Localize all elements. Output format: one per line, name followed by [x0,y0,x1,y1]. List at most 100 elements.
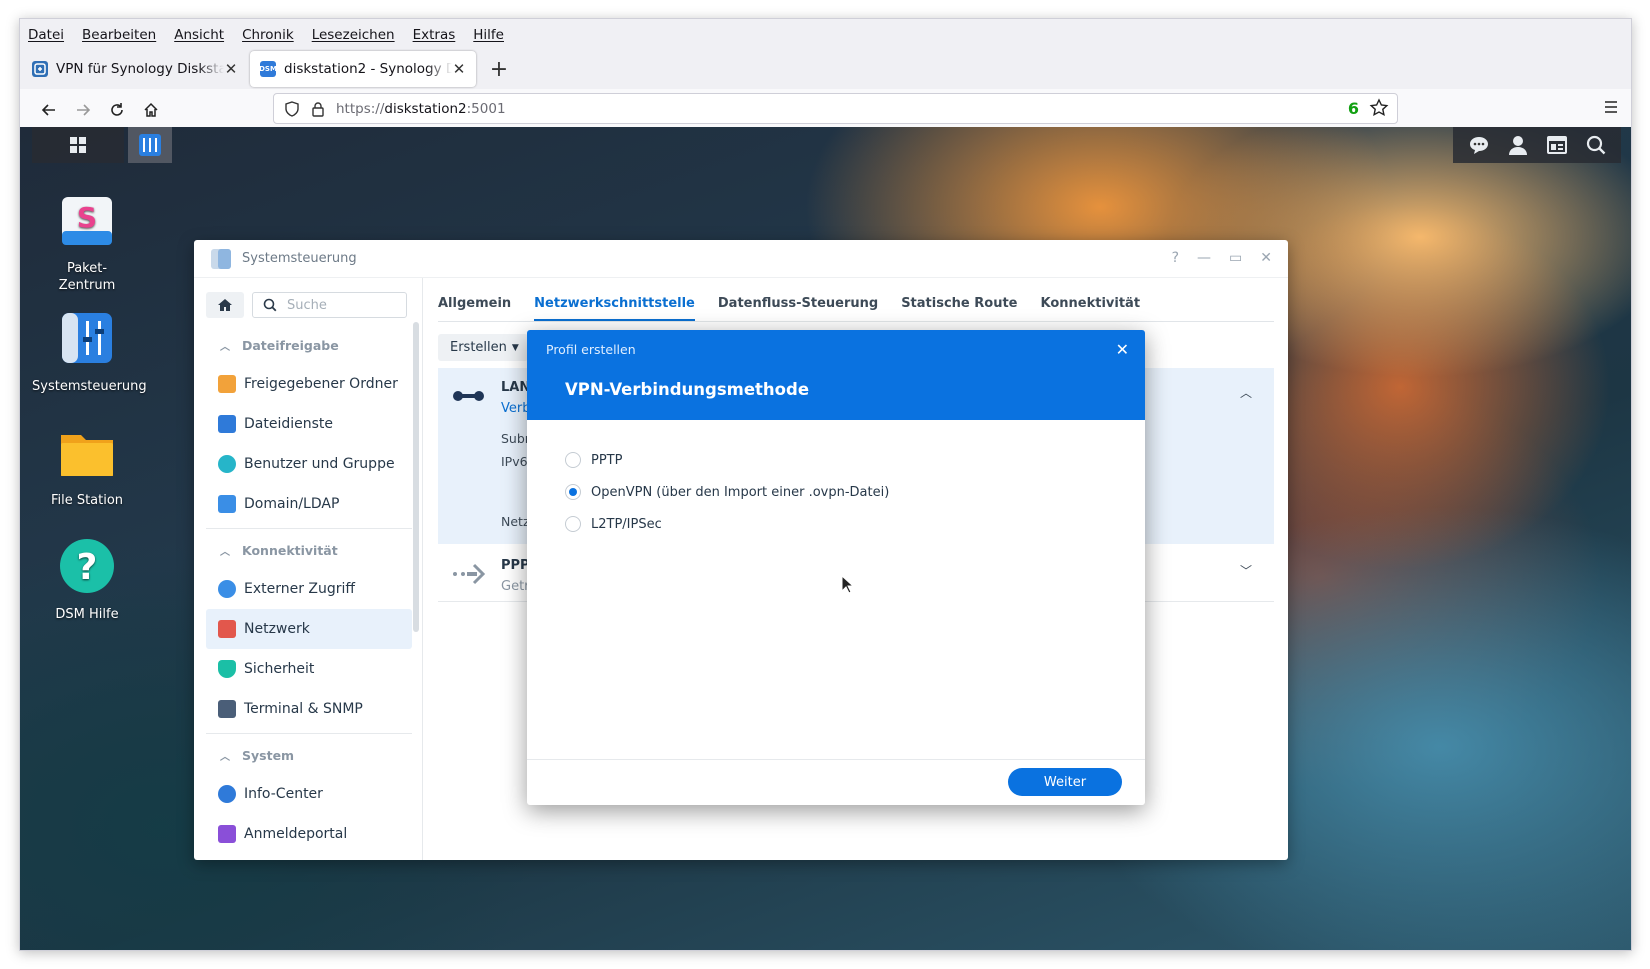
tab-allgemein[interactable]: Allgemein [438,296,511,321]
browser-tab-dsm[interactable]: DSM diskstation2 - Synology DiskStation … [250,51,476,87]
interface-name: PPP [501,558,530,573]
radio-l2tp-ipsec[interactable] [565,516,581,532]
home-button[interactable] [134,94,168,126]
vpn-favicon [32,61,48,77]
user-icon[interactable] [1507,134,1529,156]
interface-name: LAN [501,380,531,395]
lock-icon[interactable] [310,101,326,117]
radio-openvpn[interactable] [565,484,581,500]
sidebar-item-externer-zugriff[interactable]: Externer Zugriff [206,569,412,609]
menu-bearbeiten[interactable]: Bearbeiten [82,27,156,43]
home-button[interactable] [206,292,244,318]
tab-konnektivitaet[interactable]: Konnektivität [1040,296,1140,321]
create-profile-dialog: Profil erstellen VPN-Verbindungsmethode … [527,330,1145,805]
option-l2tp-ipsec[interactable]: L2TP/IPSec [565,508,889,540]
forward-button[interactable] [66,94,100,126]
desktop-icon-label: DSM Hilfe [55,607,119,622]
minimize-icon[interactable]: — [1197,250,1211,266]
window-titlebar[interactable]: Systemsteuerung ? — ▭ ✕ [194,240,1288,278]
radio-pptp[interactable] [565,452,581,468]
close-icon[interactable]: ✕ [1116,340,1129,359]
reload-button[interactable] [100,94,134,126]
tab-datenfluss-steuerung[interactable]: Datenfluss-Steuerung [718,296,878,321]
help-icon[interactable]: ? [1172,250,1179,266]
sidebar-top: Suche [206,292,407,318]
menu-icon[interactable] [1601,99,1621,115]
dsm-desktop: S Paket- Zentrum Systemsteuerung File St… [20,127,1631,950]
taskbar-systemsteuerung[interactable] [128,127,172,163]
desktop-icon-systemsteuerung[interactable]: Systemsteuerung [32,309,147,395]
divider [206,528,412,529]
sidebar-item-netzwerk[interactable]: Netzwerk [206,609,412,649]
lan-connector-icon [453,391,484,401]
tab-netzwerkschnittstelle[interactable]: Netzwerkschnittstelle [534,296,695,321]
chat-icon[interactable] [1468,134,1490,156]
arrow-left-icon [41,103,55,116]
sidebar-item-info-center[interactable]: Info-Center [206,774,412,814]
info-icon [218,785,236,803]
desktop-icon-label: File Station [50,493,124,508]
url-scheme: https:// [336,100,385,117]
menu-datei[interactable]: Datei [28,27,64,43]
close-icon[interactable]: ✕ [452,60,466,78]
back-button[interactable] [32,94,66,126]
reload-icon [111,102,123,116]
search-placeholder: Suche [287,297,327,313]
desktop-icon-file-station[interactable]: File Station [32,423,142,509]
browser-tab-vpn[interactable]: VPN für Synology Diskstation ✕ [22,51,248,87]
sidebar-item-sicherheit[interactable]: Sicherheit [206,649,412,689]
desktop-icon-paket-zentrum[interactable]: S Paket- Zentrum [32,191,142,294]
option-pptp[interactable]: PPTP [565,444,889,476]
close-icon[interactable]: ✕ [1260,250,1272,266]
desktop-icon-dsm-hilfe[interactable]: ? DSM Hilfe [32,537,142,623]
new-tab-button[interactable]: + [482,52,516,86]
sidebar-item-benutzer-und-gruppe[interactable]: Benutzer und Gruppe [206,444,412,484]
widgets-icon[interactable] [1546,134,1568,156]
dialog-header-label: Profil erstellen [546,342,636,357]
sidebar-scrollbar[interactable] [413,322,419,632]
menu-extras[interactable]: Extras [413,27,456,43]
section-dateifreigabe[interactable]: ︿ Dateifreigabe [206,326,412,364]
sidebar-item-freigegebener-ordner[interactable]: Freigegebener Ordner [206,364,412,404]
menu-chronik[interactable]: Chronik [242,27,294,43]
interface-detail: IPv6 [501,454,528,469]
control-panel-icon [139,134,161,156]
caret-down-icon: ▼ [511,342,519,353]
vpn-method-options: PPTP OpenVPN (über den Import einer .ovp… [565,444,889,540]
url-bar[interactable]: https://diskstation2:5001 6 [273,93,1398,124]
sidebar-item-domain-ldap[interactable]: Domain/LDAP [206,484,412,524]
interface-detail: Subr [501,431,530,446]
maximize-icon[interactable]: ▭ [1229,250,1242,266]
sidebar-item-dateidienste[interactable]: Dateidienste [206,404,412,444]
mouse-cursor-icon [841,575,855,594]
search-icon [263,298,277,312]
main-menu-button[interactable] [32,127,124,163]
shield-icon[interactable] [284,100,300,117]
folder-icon [61,435,113,476]
chevron-down-icon[interactable]: ﹀ [1240,562,1252,579]
login-portal-icon [218,825,236,843]
chevron-up-icon[interactable]: ︿ [1240,384,1252,401]
option-openvpn[interactable]: OpenVPN (über den Import einer .ovpn-Dat… [565,476,889,508]
sidebar-item-terminal-snmp[interactable]: Terminal & SNMP [206,689,412,729]
interface-status: Getr [501,579,530,594]
star-icon[interactable] [1369,98,1389,118]
search-input[interactable]: Suche [252,292,407,318]
create-button[interactable]: Erstellen ▼ [438,334,528,361]
tab-statische-route[interactable]: Statische Route [901,296,1017,321]
close-icon[interactable]: ✕ [224,60,238,78]
package-center-icon: S [62,197,112,245]
arrow-right-icon [77,103,91,116]
menu-lesezeichen[interactable]: Lesezeichen [312,27,395,43]
window-controls: ? — ▭ ✕ [1172,250,1272,266]
next-button[interactable]: Weiter [1008,768,1122,796]
desktop-icon-label: Systemsteuerung [32,379,147,394]
search-icon[interactable] [1585,134,1607,156]
extension-badge[interactable]: 6 [1348,99,1359,118]
menu-hilfe[interactable]: Hilfe [473,27,504,43]
sidebar-item-anmeldeportal[interactable]: Anmeldeportal [206,814,412,854]
section-konnektivitaet[interactable]: ︿ Konnektivität [206,531,412,569]
section-system[interactable]: ︿ System [206,736,412,774]
menu-ansicht[interactable]: Ansicht [174,27,224,43]
control-panel-icon [62,313,112,363]
